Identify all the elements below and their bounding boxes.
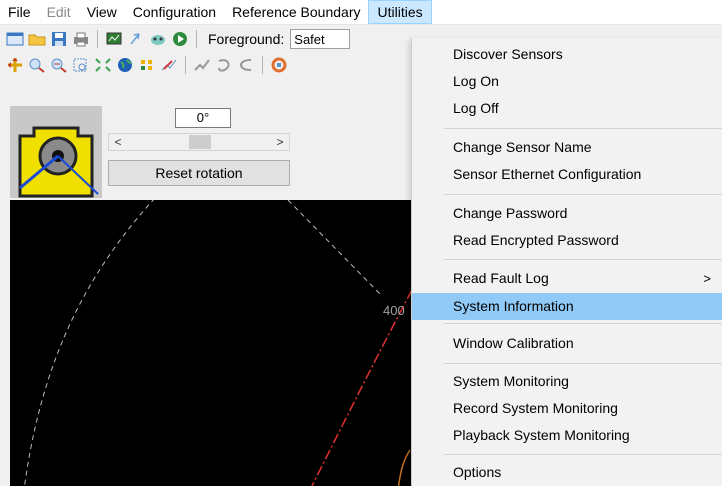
save-icon[interactable] xyxy=(50,30,68,48)
scroll-right-arrow[interactable]: > xyxy=(271,134,289,150)
grid-icon[interactable] xyxy=(94,56,112,74)
menu-edit[interactable]: Edit xyxy=(39,0,79,24)
fit-icon[interactable] xyxy=(72,56,90,74)
toolbar-main: Foreground: Safet xyxy=(0,26,410,52)
gray-tool-icon[interactable] xyxy=(193,56,211,74)
scan-view xyxy=(24,200,412,486)
menu-separator xyxy=(444,259,722,260)
edit-graph-icon[interactable] xyxy=(160,56,178,74)
menu-separator xyxy=(444,194,722,195)
submenu-arrow-icon: > xyxy=(703,271,711,286)
sensor-orientation-thumbnail[interactable] xyxy=(10,106,102,198)
menu-item-change-password[interactable]: Change Password xyxy=(412,200,722,227)
scroll-thumb[interactable] xyxy=(189,135,211,149)
menu-item-change-sensor-name[interactable]: Change Sensor Name xyxy=(412,134,722,161)
menu-separator xyxy=(444,128,722,129)
reset-rotation-button[interactable]: Reset rotation xyxy=(108,160,290,186)
sensor-icon[interactable] xyxy=(149,30,167,48)
zoom-out-icon[interactable] xyxy=(50,56,68,74)
menu-item-read-encrypted-password[interactable]: Read Encrypted Password xyxy=(412,227,722,254)
menu-item-record-system-monitoring[interactable]: Record System Monitoring xyxy=(412,395,722,422)
menu-separator xyxy=(444,454,722,455)
menubar: File Edit View Configuration Reference B… xyxy=(0,0,722,25)
menu-file[interactable]: File xyxy=(0,0,39,24)
menu-item-log-off[interactable]: Log Off xyxy=(412,95,722,122)
menu-configuration[interactable]: Configuration xyxy=(125,0,224,24)
lasso-icon[interactable] xyxy=(215,56,233,74)
menu-reference-boundary[interactable]: Reference Boundary xyxy=(224,0,368,24)
foreground-select[interactable]: Safet xyxy=(290,29,351,49)
menu-item-playback-system-monitoring[interactable]: Playback System Monitoring xyxy=(412,422,722,449)
utilities-dropdown: Discover Sensors Log On Log Off Change S… xyxy=(411,38,722,486)
toolbar-separator xyxy=(196,30,197,48)
rotation-scrollbar[interactable]: < > xyxy=(108,133,290,151)
scroll-left-arrow[interactable]: < xyxy=(109,134,127,150)
scan-canvas[interactable]: 400 xyxy=(10,200,412,486)
new-window-icon[interactable] xyxy=(6,30,24,48)
menu-item-options[interactable]: Options xyxy=(412,459,722,486)
menu-item-read-fault-log[interactable]: Read Fault Log > xyxy=(412,265,722,292)
move-icon[interactable] xyxy=(6,56,24,74)
dots-icon[interactable] xyxy=(138,56,156,74)
foreground-label: Foreground: xyxy=(208,31,285,47)
globe-icon[interactable] xyxy=(116,56,134,74)
menu-separator xyxy=(444,363,722,364)
monitor-icon[interactable] xyxy=(105,30,123,48)
sensor-orientation-icon xyxy=(10,106,102,198)
menu-item-label: Read Fault Log xyxy=(453,270,549,286)
menu-utilities[interactable]: Utilities xyxy=(368,0,432,24)
menu-item-window-calibration[interactable]: Window Calibration xyxy=(412,330,722,357)
rotation-panel: 0° < > Reset rotation xyxy=(0,78,410,198)
menu-item-sensor-ethernet-configuration[interactable]: Sensor Ethernet Configuration xyxy=(412,161,722,188)
menu-item-system-monitoring[interactable]: System Monitoring xyxy=(412,368,722,395)
rotate-icon[interactable] xyxy=(270,56,288,74)
menu-item-system-information[interactable]: System Information xyxy=(412,293,722,320)
open-folder-icon[interactable] xyxy=(28,30,46,48)
toolbar-separator xyxy=(262,56,263,74)
rotation-degrees-field[interactable]: 0° xyxy=(175,108,231,128)
play-icon[interactable] xyxy=(171,30,189,48)
menu-view[interactable]: View xyxy=(79,0,125,24)
menu-item-log-on[interactable]: Log On xyxy=(412,68,722,95)
menu-item-discover-sensors[interactable]: Discover Sensors xyxy=(412,41,722,68)
range-label: 400 xyxy=(383,303,405,318)
pointer-icon[interactable] xyxy=(127,30,145,48)
toolbar-view xyxy=(0,52,410,78)
menu-separator xyxy=(444,323,722,324)
print-icon[interactable] xyxy=(72,30,90,48)
measure-icon[interactable] xyxy=(237,56,255,74)
zoom-in-icon[interactable] xyxy=(28,56,46,74)
toolbar-separator xyxy=(97,30,98,48)
toolbar-separator xyxy=(185,56,186,74)
